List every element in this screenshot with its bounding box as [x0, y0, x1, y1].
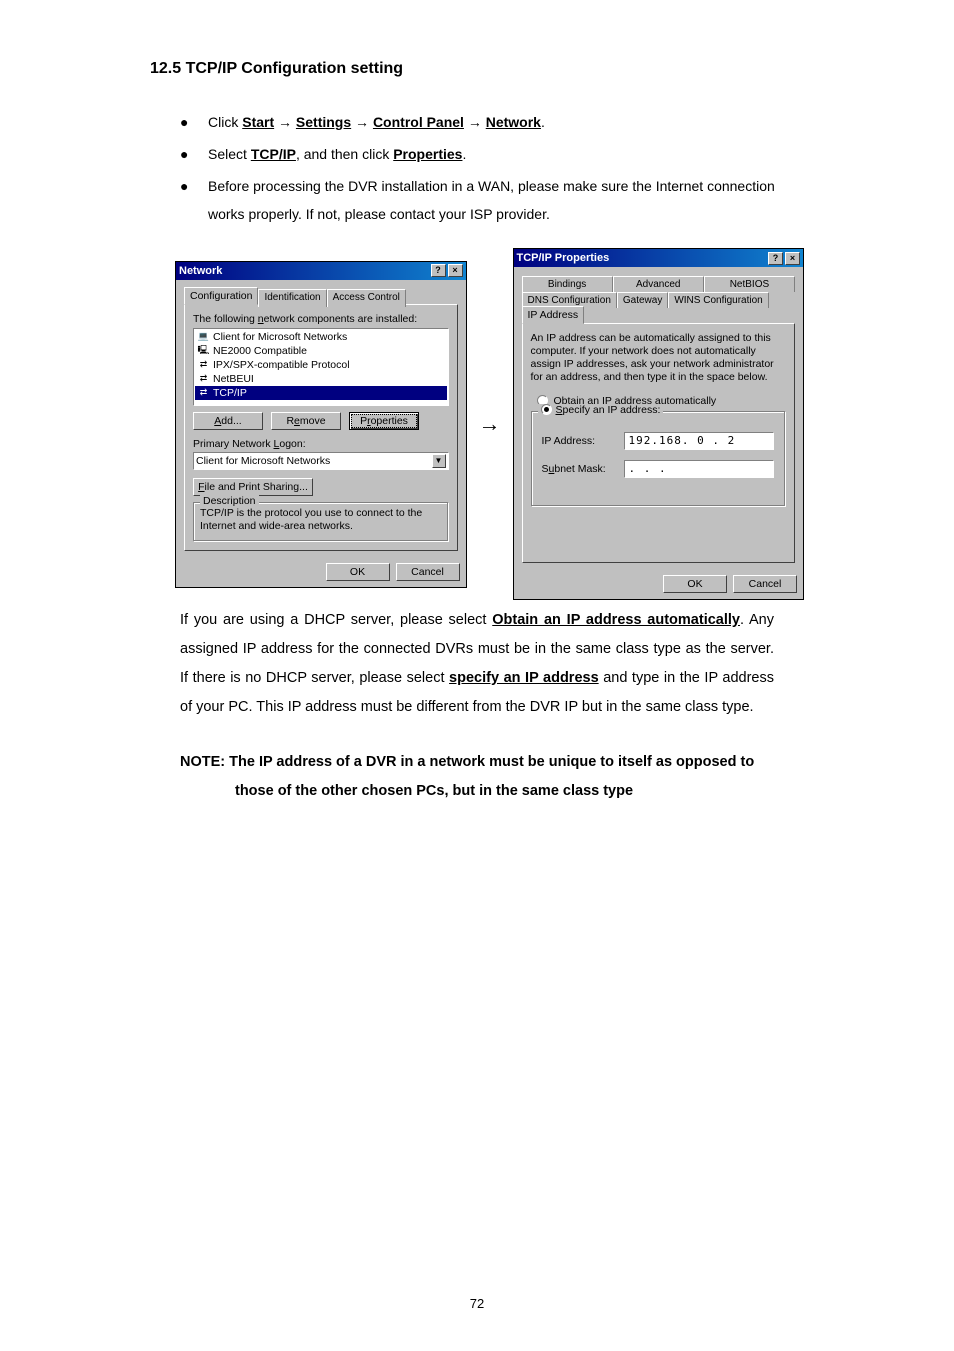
tab-bindings[interactable]: Bindings — [522, 276, 613, 292]
ip-address-input[interactable]: 192.168. 0 . 2 — [624, 432, 774, 450]
list-item[interactable]: ⇄IPX/SPX-compatible Protocol — [195, 358, 447, 372]
page-number: 72 — [0, 1296, 954, 1311]
adapter-icon: 🖳 — [197, 345, 210, 356]
list-item[interactable]: 💻Client for Microsoft Networks — [195, 330, 447, 344]
specify-group: Specify an IP address: IP Address: 192.1… — [531, 411, 787, 507]
ok-button[interactable]: OK — [326, 563, 390, 581]
components-listbox[interactable]: 💻Client for Microsoft Networks 🖳NE2000 C… — [193, 328, 449, 406]
note-line-1: NOTE: The IP address of a DVR in a netwo… — [180, 748, 774, 777]
tab-panel: The following network components are ins… — [184, 304, 458, 551]
protocol-icon: ⇄ — [197, 373, 210, 384]
description-text: TCP/IP is the protocol you use to connec… — [200, 507, 442, 537]
radio-icon — [541, 404, 552, 415]
tab-access-control[interactable]: Access Control — [327, 289, 406, 307]
close-button[interactable]: × — [785, 252, 800, 265]
file-print-sharing-button[interactable]: File and Print Sharing... — [193, 478, 313, 496]
ip-address-label: IP Address: — [542, 435, 624, 447]
components-label: The following network components are ins… — [193, 313, 449, 325]
tab-identification[interactable]: Identification — [258, 289, 326, 307]
help-button[interactable]: ? — [768, 252, 783, 265]
tab-gateway[interactable]: Gateway — [617, 292, 668, 308]
client-icon: 💻 — [197, 331, 210, 342]
primary-logon-dropdown[interactable]: Client for Microsoft Networks ▼ — [193, 452, 449, 470]
link-start: Start — [242, 114, 274, 130]
bullet-marker: ● — [180, 140, 208, 168]
link-tcpip: TCP/IP — [251, 146, 296, 162]
tabs: Configuration Identification Access Cont… — [184, 286, 458, 304]
close-button[interactable]: × — [448, 264, 463, 277]
protocol-icon: ⇄ — [197, 387, 210, 398]
emphasis-obtain: Obtain an IP address automatically — [492, 612, 740, 628]
bullet-3: ● Before processing the DVR installation… — [180, 172, 804, 228]
description-group: Description TCP/IP is the protocol you u… — [193, 502, 449, 542]
paragraph-1: If you are using a DHCP server, please s… — [180, 606, 774, 722]
subnet-mask-input[interactable]: . . . — [624, 460, 774, 478]
arrow-right-icon: → — [479, 411, 501, 437]
list-item[interactable]: ⇄NetBEUI — [195, 372, 447, 386]
tab-advanced[interactable]: Advanced — [613, 276, 704, 292]
list-item-selected[interactable]: ⇄TCP/IP — [195, 386, 447, 400]
section-title: 12.5 TCP/IP Configuration setting — [150, 60, 804, 78]
link-network: Network — [486, 114, 541, 130]
dropdown-value: Client for Microsoft Networks — [196, 455, 432, 467]
emphasis-specify: specify an IP address — [449, 670, 599, 686]
instructions-list: ● Click Start → Settings → Control Panel… — [150, 108, 804, 228]
tab-wins[interactable]: WINS Configuration — [668, 292, 768, 308]
tab-ip-address[interactable]: IP Address — [522, 306, 585, 324]
titlebar[interactable]: TCP/IP Properties ? × — [514, 249, 804, 267]
titlebar[interactable]: Network ? × — [176, 262, 466, 280]
tab-netbios[interactable]: NetBIOS — [704, 276, 795, 292]
chevron-down-icon[interactable]: ▼ — [432, 454, 446, 468]
radio-specify[interactable]: Specify an IP address: — [538, 404, 664, 416]
tab-configuration[interactable]: Configuration — [184, 287, 258, 305]
primary-logon-label: Primary Network Logon: — [193, 438, 449, 450]
list-item[interactable]: 🖳NE2000 Compatible — [195, 344, 447, 358]
bullet-1: ● Click Start → Settings → Control Panel… — [180, 108, 804, 136]
note-block: NOTE: The IP address of a DVR in a netwo… — [180, 748, 774, 806]
note-line-2: those of the other chosen PCs, but in th… — [180, 777, 774, 806]
info-text: An IP address can be automatically assig… — [531, 332, 787, 385]
tcpip-dialog: TCP/IP Properties ? × Bindings Advanced … — [513, 248, 805, 600]
link-settings: Settings — [296, 114, 351, 130]
cancel-button[interactable]: Cancel — [733, 575, 797, 593]
subnet-mask-label: Subnet Mask: — [542, 463, 624, 475]
cancel-button[interactable]: Cancel — [396, 563, 460, 581]
tab-panel: An IP address can be automatically assig… — [522, 323, 796, 563]
protocol-icon: ⇄ — [197, 359, 210, 370]
bullet-marker: ● — [180, 172, 208, 228]
link-control-panel: Control Panel — [373, 114, 464, 130]
link-properties: Properties — [393, 146, 462, 162]
properties-button[interactable]: Properties — [349, 412, 419, 430]
network-dialog: Network ? × Configuration Identification… — [175, 261, 467, 588]
dialog-title: TCP/IP Properties — [517, 252, 767, 264]
add-button[interactable]: Add... — [193, 412, 263, 430]
bullet-2: ● Select TCP/IP, and then click Properti… — [180, 140, 804, 168]
remove-button[interactable]: Remove — [271, 412, 341, 430]
bullet-marker: ● — [180, 108, 208, 136]
help-button[interactable]: ? — [431, 264, 446, 277]
ok-button[interactable]: OK — [663, 575, 727, 593]
dialog-title: Network — [179, 265, 429, 277]
description-label: Description — [200, 495, 259, 507]
